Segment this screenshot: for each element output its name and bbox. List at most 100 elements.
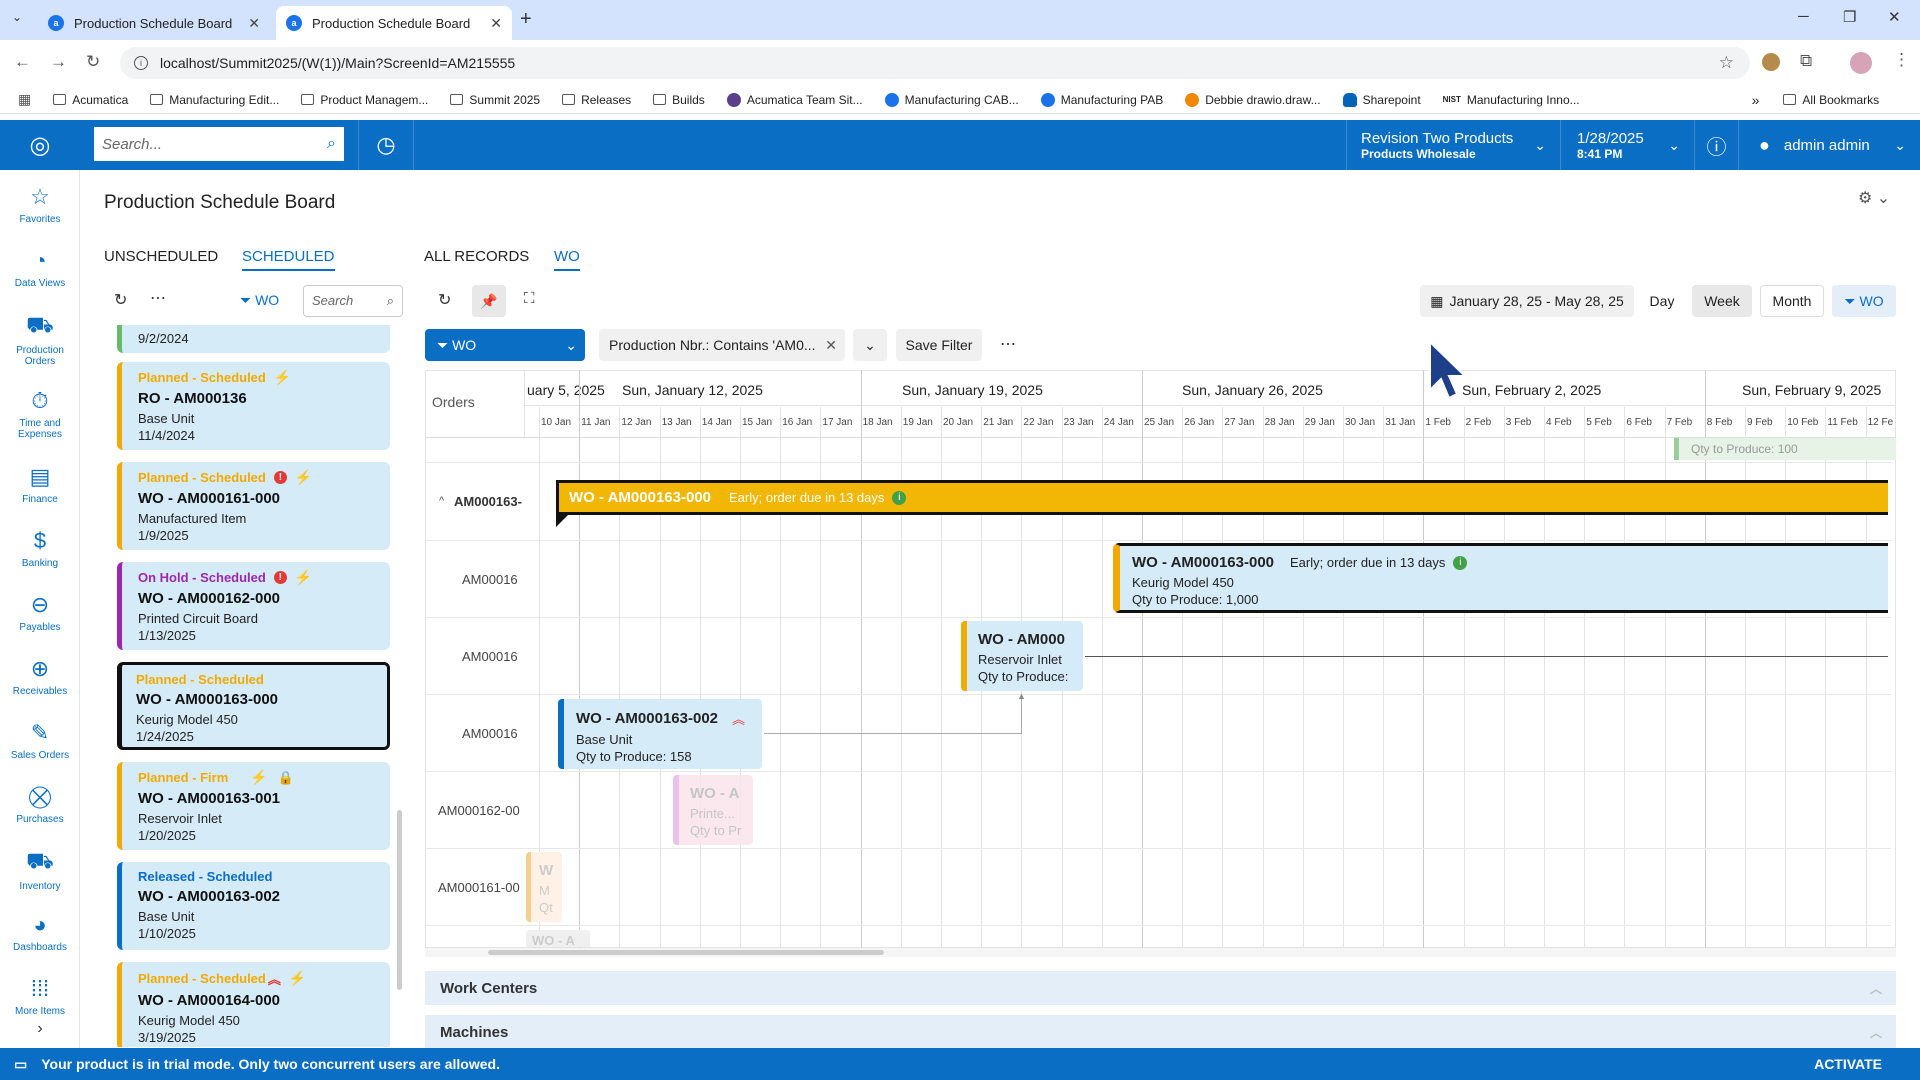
filter-condition-chip[interactable]: Production Nbr.: Contains 'AM0... ✕	[599, 329, 845, 361]
bookmark-builds[interactable]: Builds	[653, 93, 705, 107]
forward-icon[interactable]: →	[50, 52, 67, 72]
tab-all-records[interactable]: ALL RECORDS	[424, 248, 529, 265]
bookmark-manufacturing-cab[interactable]: Manufacturing CAB...	[884, 92, 1019, 107]
list-item[interactable]: Planned - Firm ⚡ 🔒 WO - AM000163-001 Reser…	[117, 762, 390, 850]
back-icon[interactable]: ←	[14, 52, 31, 72]
browser-tab-2[interactable]: a Production Schedule Board ✕	[276, 6, 512, 40]
browser-menu-icon[interactable]: ⋮	[1893, 50, 1910, 70]
gantt-bar-operation[interactable]: WO - AM000163-002 ︽ Base Unit Qty to Prod…	[558, 699, 762, 769]
nav-time-expenses[interactable]: ⏱ Time and Expenses	[0, 388, 80, 440]
bookmark-product-management[interactable]: Product Managem...	[301, 93, 428, 107]
pin-icon[interactable]: 📌	[472, 285, 506, 317]
refresh-icon[interactable]: ↻	[114, 290, 127, 310]
view-week-button[interactable]: Week	[1692, 285, 1752, 317]
filter-wo[interactable]: ⏷ WO	[240, 292, 279, 309]
tab-search-chevron-icon[interactable]: ⌄	[12, 10, 22, 24]
bookmark-releases[interactable]: Releases	[562, 93, 631, 107]
fullscreen-icon[interactable]: ⛶	[524, 290, 535, 307]
refresh-icon[interactable]: ↻	[438, 290, 451, 310]
nav-sales-orders[interactable]: ✎ Sales Orders	[0, 720, 80, 761]
company-branch-selector[interactable]: Revision Two Products Products Wholesale…	[1346, 120, 1560, 170]
nav-finance[interactable]: ▤ Finance	[0, 464, 80, 505]
restore-icon[interactable]: ❐	[1843, 8, 1856, 26]
gantt-bar-main-order[interactable]: WO - AM000163-000 Early; order due in 13…	[556, 480, 1888, 515]
nav-purchases[interactable]: ⛒ Purchases	[0, 784, 80, 825]
nav-payables[interactable]: ⊖ Payables	[0, 592, 80, 633]
list-item-selected[interactable]: Planned - Scheduled WO - AM000163-000 Ke…	[117, 662, 390, 750]
extension-icon[interactable]	[1762, 53, 1780, 71]
browser-tab-1[interactable]: a Production Schedule Board ✕	[38, 6, 270, 40]
new-tab-button[interactable]: +	[520, 8, 532, 31]
address-bar[interactable]: i localhost/Summit2025/(W(1))/Main?Scree…	[120, 47, 1750, 79]
business-date-selector[interactable]: 1/28/2025 8:41 PM ⌄	[1560, 120, 1694, 170]
save-filter-button[interactable]: Save Filter	[896, 329, 982, 361]
user-menu[interactable]: ● admin admin ⌄	[1738, 120, 1920, 170]
bookmark-acumatica[interactable]: Acumatica	[53, 93, 128, 107]
bookmark-acumatica-team-site[interactable]: Acumatica Team Sit...	[726, 92, 863, 107]
chevron-up-icon[interactable]: ︿	[1870, 980, 1882, 997]
list-item[interactable]: Planned - Scheduled! ⚡ WO - AM000161-000 …	[117, 462, 390, 550]
close-window-icon[interactable]: ✕	[1888, 8, 1901, 26]
gantt-filter-wo-button[interactable]: ⏷ WO	[1832, 285, 1896, 317]
nav-receivables[interactable]: ⊕ Receivables	[0, 656, 80, 697]
site-info-icon[interactable]: i	[134, 56, 148, 70]
gantt-bar-operation-faded[interactable]: WO - A	[526, 930, 590, 947]
list-item[interactable]: Released - Scheduled WO - AM000163-002 B…	[117, 862, 390, 950]
close-tab-icon[interactable]: ✕	[248, 15, 260, 32]
nav-favorites[interactable]: ☆ Favorites	[0, 184, 80, 225]
minimize-icon[interactable]: ─	[1798, 8, 1809, 25]
gantt-horizontal-scrollbar[interactable]	[488, 950, 884, 955]
bookmark-star-icon[interactable]: ☆	[1719, 53, 1734, 73]
nav-data-views[interactable]: ◔ Data Views	[0, 248, 80, 289]
nav-banking[interactable]: $ Banking	[0, 528, 80, 569]
more-bookmarks-icon[interactable]: »	[1752, 92, 1760, 108]
nav-dashboards[interactable]: ◕ Dashboards	[0, 912, 80, 953]
settings-gear-icon[interactable]: ⚙ ⌄	[1858, 188, 1890, 208]
profile-avatar[interactable]	[1850, 52, 1872, 74]
all-bookmarks[interactable]: All Bookmarks	[1783, 93, 1879, 107]
extensions-puzzle-icon[interactable]: ⧉	[1800, 51, 1812, 71]
list-item[interactable]: Planned - Scheduled ⚡ RO - AM000136 Base …	[117, 362, 390, 450]
search-icon[interactable]: ⌕	[327, 135, 336, 153]
bookmark-summit-2025[interactable]: Summit 2025	[450, 93, 540, 107]
date-range-button[interactable]: ▦ January 28, 25 - May 28, 25	[1420, 285, 1634, 317]
global-search-input[interactable]: Search... ⌕	[94, 127, 344, 161]
bookmark-drawio[interactable]: Debbie drawio.draw...	[1185, 92, 1321, 107]
apps-grid-icon[interactable]: ▦	[18, 91, 31, 108]
gantt-bar-operation-faded[interactable]: WO - A Printe... Qty to Pr	[673, 775, 753, 845]
cards-search-input[interactable]: Search ⌕	[303, 285, 403, 317]
expand-nav-icon[interactable]: ›	[0, 1020, 80, 1038]
more-options-icon[interactable]: ⋯	[1000, 334, 1016, 354]
list-item[interactable]: 9/2/2024	[117, 325, 390, 353]
tab-unscheduled[interactable]: UNSCHEDULED	[104, 248, 218, 265]
bookmark-sharepoint[interactable]: Sharepoint	[1342, 92, 1421, 107]
list-item[interactable]: Planned - Scheduled ︽ ⚡ WO - AM000164-000 …	[117, 962, 390, 1047]
nav-more-items[interactable]: ⁞⁞⁞ More Items	[0, 976, 80, 1017]
gantt-bar-operation[interactable]: WO - AM000163-000 Early; order due in 13…	[1113, 543, 1888, 613]
tab-wo[interactable]: WO	[554, 248, 580, 271]
cards-scrollbar[interactable]	[397, 810, 402, 990]
nav-inventory[interactable]: ⛟ Inventory	[0, 848, 80, 892]
partial-order-bar[interactable]: Qty to Produce: 100	[1674, 438, 1896, 460]
work-centers-section[interactable]: Work Centers ︿	[425, 971, 1896, 1005]
bookmark-manufacturing-edit[interactable]: Manufacturing Edit...	[150, 93, 279, 107]
list-item[interactable]: On Hold - Scheduled! ⚡ WO - AM000162-000 …	[117, 562, 390, 650]
machines-section[interactable]: Machines ︿	[425, 1015, 1896, 1049]
bookmark-manufacturing-innovation[interactable]: NIST Manufacturing Inno...	[1443, 93, 1580, 107]
view-day-button[interactable]: Day	[1642, 285, 1682, 317]
acumatica-logo-icon[interactable]: ◎	[0, 120, 80, 170]
history-icon[interactable]: ◷	[358, 120, 414, 170]
tab-scheduled[interactable]: SCHEDULED	[242, 248, 335, 271]
bookmark-manufacturing-pab[interactable]: Manufacturing PAB	[1040, 92, 1163, 107]
more-options-icon[interactable]: ⋯	[150, 288, 166, 308]
gantt-bar-operation-faded[interactable]: W M Qt	[526, 852, 562, 922]
reload-icon[interactable]: ↻	[86, 52, 100, 72]
nav-production-orders[interactable]: ⛟ Production Orders	[0, 312, 80, 367]
filter-dropdown-button[interactable]: ⌄	[853, 329, 887, 361]
filter-select[interactable]: ⏷ WO ⌄	[425, 329, 585, 361]
view-month-button[interactable]: Month	[1760, 285, 1824, 317]
help-icon[interactable]: ⓘ	[1694, 120, 1738, 170]
collapse-icon[interactable]: ^	[439, 495, 444, 507]
gantt-bar-operation[interactable]: WO - AM000 Reservoir Inlet Qty to Produc…	[961, 621, 1083, 691]
chevron-up-icon[interactable]: ︿	[1870, 1024, 1882, 1041]
